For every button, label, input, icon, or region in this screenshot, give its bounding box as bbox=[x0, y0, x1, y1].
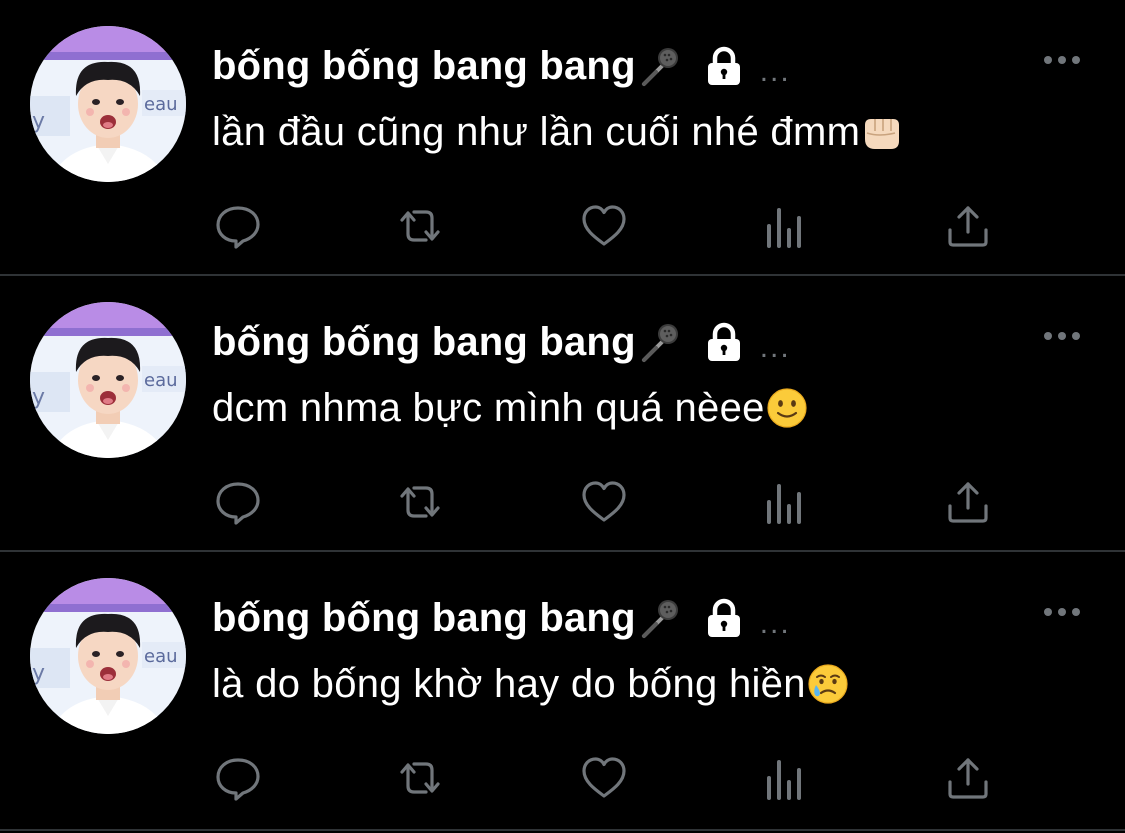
more-options-icon[interactable] bbox=[1038, 324, 1086, 348]
avatar[interactable] bbox=[30, 26, 186, 182]
lock-icon bbox=[702, 44, 746, 88]
tweet-text-content: dcm nhma bực mình quá nèee bbox=[212, 385, 765, 430]
tweet[interactable]: bống bống bang bang ... lần đầu cũng như… bbox=[0, 0, 1125, 276]
truncation-ellipsis: ... bbox=[759, 55, 791, 88]
display-name[interactable]: bống bống bang bang bbox=[212, 44, 636, 89]
truncation-ellipsis: ... bbox=[759, 607, 791, 640]
reply-icon[interactable] bbox=[212, 200, 264, 252]
retweet-icon[interactable] bbox=[394, 476, 446, 528]
microphone-icon bbox=[638, 320, 682, 364]
display-name[interactable]: bống bống bang bang bbox=[212, 320, 636, 365]
microphone-icon bbox=[638, 596, 682, 640]
like-icon[interactable] bbox=[578, 476, 630, 528]
action-bar bbox=[0, 476, 1125, 528]
slight-smile-icon bbox=[766, 387, 808, 429]
lock-icon bbox=[702, 596, 746, 640]
tweet[interactable]: bống bống bang bang ... dcm nhma bực mìn… bbox=[0, 276, 1125, 552]
microphone-icon bbox=[638, 44, 682, 88]
tweet-header: bống bống bang bang ... bbox=[212, 38, 791, 94]
tweet-text-content: là do bống khờ hay do bống hiền bbox=[212, 661, 806, 706]
tweet-text: dcm nhma bực mình quá nèee bbox=[212, 380, 808, 436]
reply-icon[interactable] bbox=[212, 752, 264, 804]
truncation-ellipsis: ... bbox=[759, 331, 791, 364]
action-bar bbox=[0, 200, 1125, 252]
avatar[interactable] bbox=[30, 302, 186, 458]
more-options-icon[interactable] bbox=[1038, 48, 1086, 72]
views-icon[interactable] bbox=[760, 476, 812, 528]
like-icon[interactable] bbox=[578, 752, 630, 804]
retweet-icon[interactable] bbox=[394, 200, 446, 252]
retweet-icon[interactable] bbox=[394, 752, 446, 804]
share-icon[interactable] bbox=[942, 752, 994, 804]
reply-icon[interactable] bbox=[212, 476, 264, 528]
tweet[interactable]: bống bống bang bang ... là do bống khờ h… bbox=[0, 552, 1125, 828]
tweet-header: bống bống bang bang ... bbox=[212, 314, 791, 370]
more-options-icon[interactable] bbox=[1038, 600, 1086, 624]
lock-icon bbox=[702, 320, 746, 364]
tweet-text: lần đầu cũng như lần cuối nhé đmm bbox=[212, 104, 903, 160]
fist-icon bbox=[861, 111, 903, 153]
share-icon[interactable] bbox=[942, 200, 994, 252]
display-name[interactable]: bống bống bang bang bbox=[212, 596, 636, 641]
like-icon[interactable] bbox=[578, 200, 630, 252]
views-icon[interactable] bbox=[760, 752, 812, 804]
tweet-text: là do bống khờ hay do bống hiền bbox=[212, 656, 849, 712]
avatar[interactable] bbox=[30, 578, 186, 734]
crying-face-icon bbox=[807, 663, 849, 705]
tweet-text-content: lần đầu cũng như lần cuối nhé đmm bbox=[212, 109, 861, 154]
tweet-header: bống bống bang bang ... bbox=[212, 590, 791, 646]
share-icon[interactable] bbox=[942, 476, 994, 528]
action-bar bbox=[0, 752, 1125, 804]
views-icon[interactable] bbox=[760, 200, 812, 252]
divider bbox=[0, 829, 1125, 831]
